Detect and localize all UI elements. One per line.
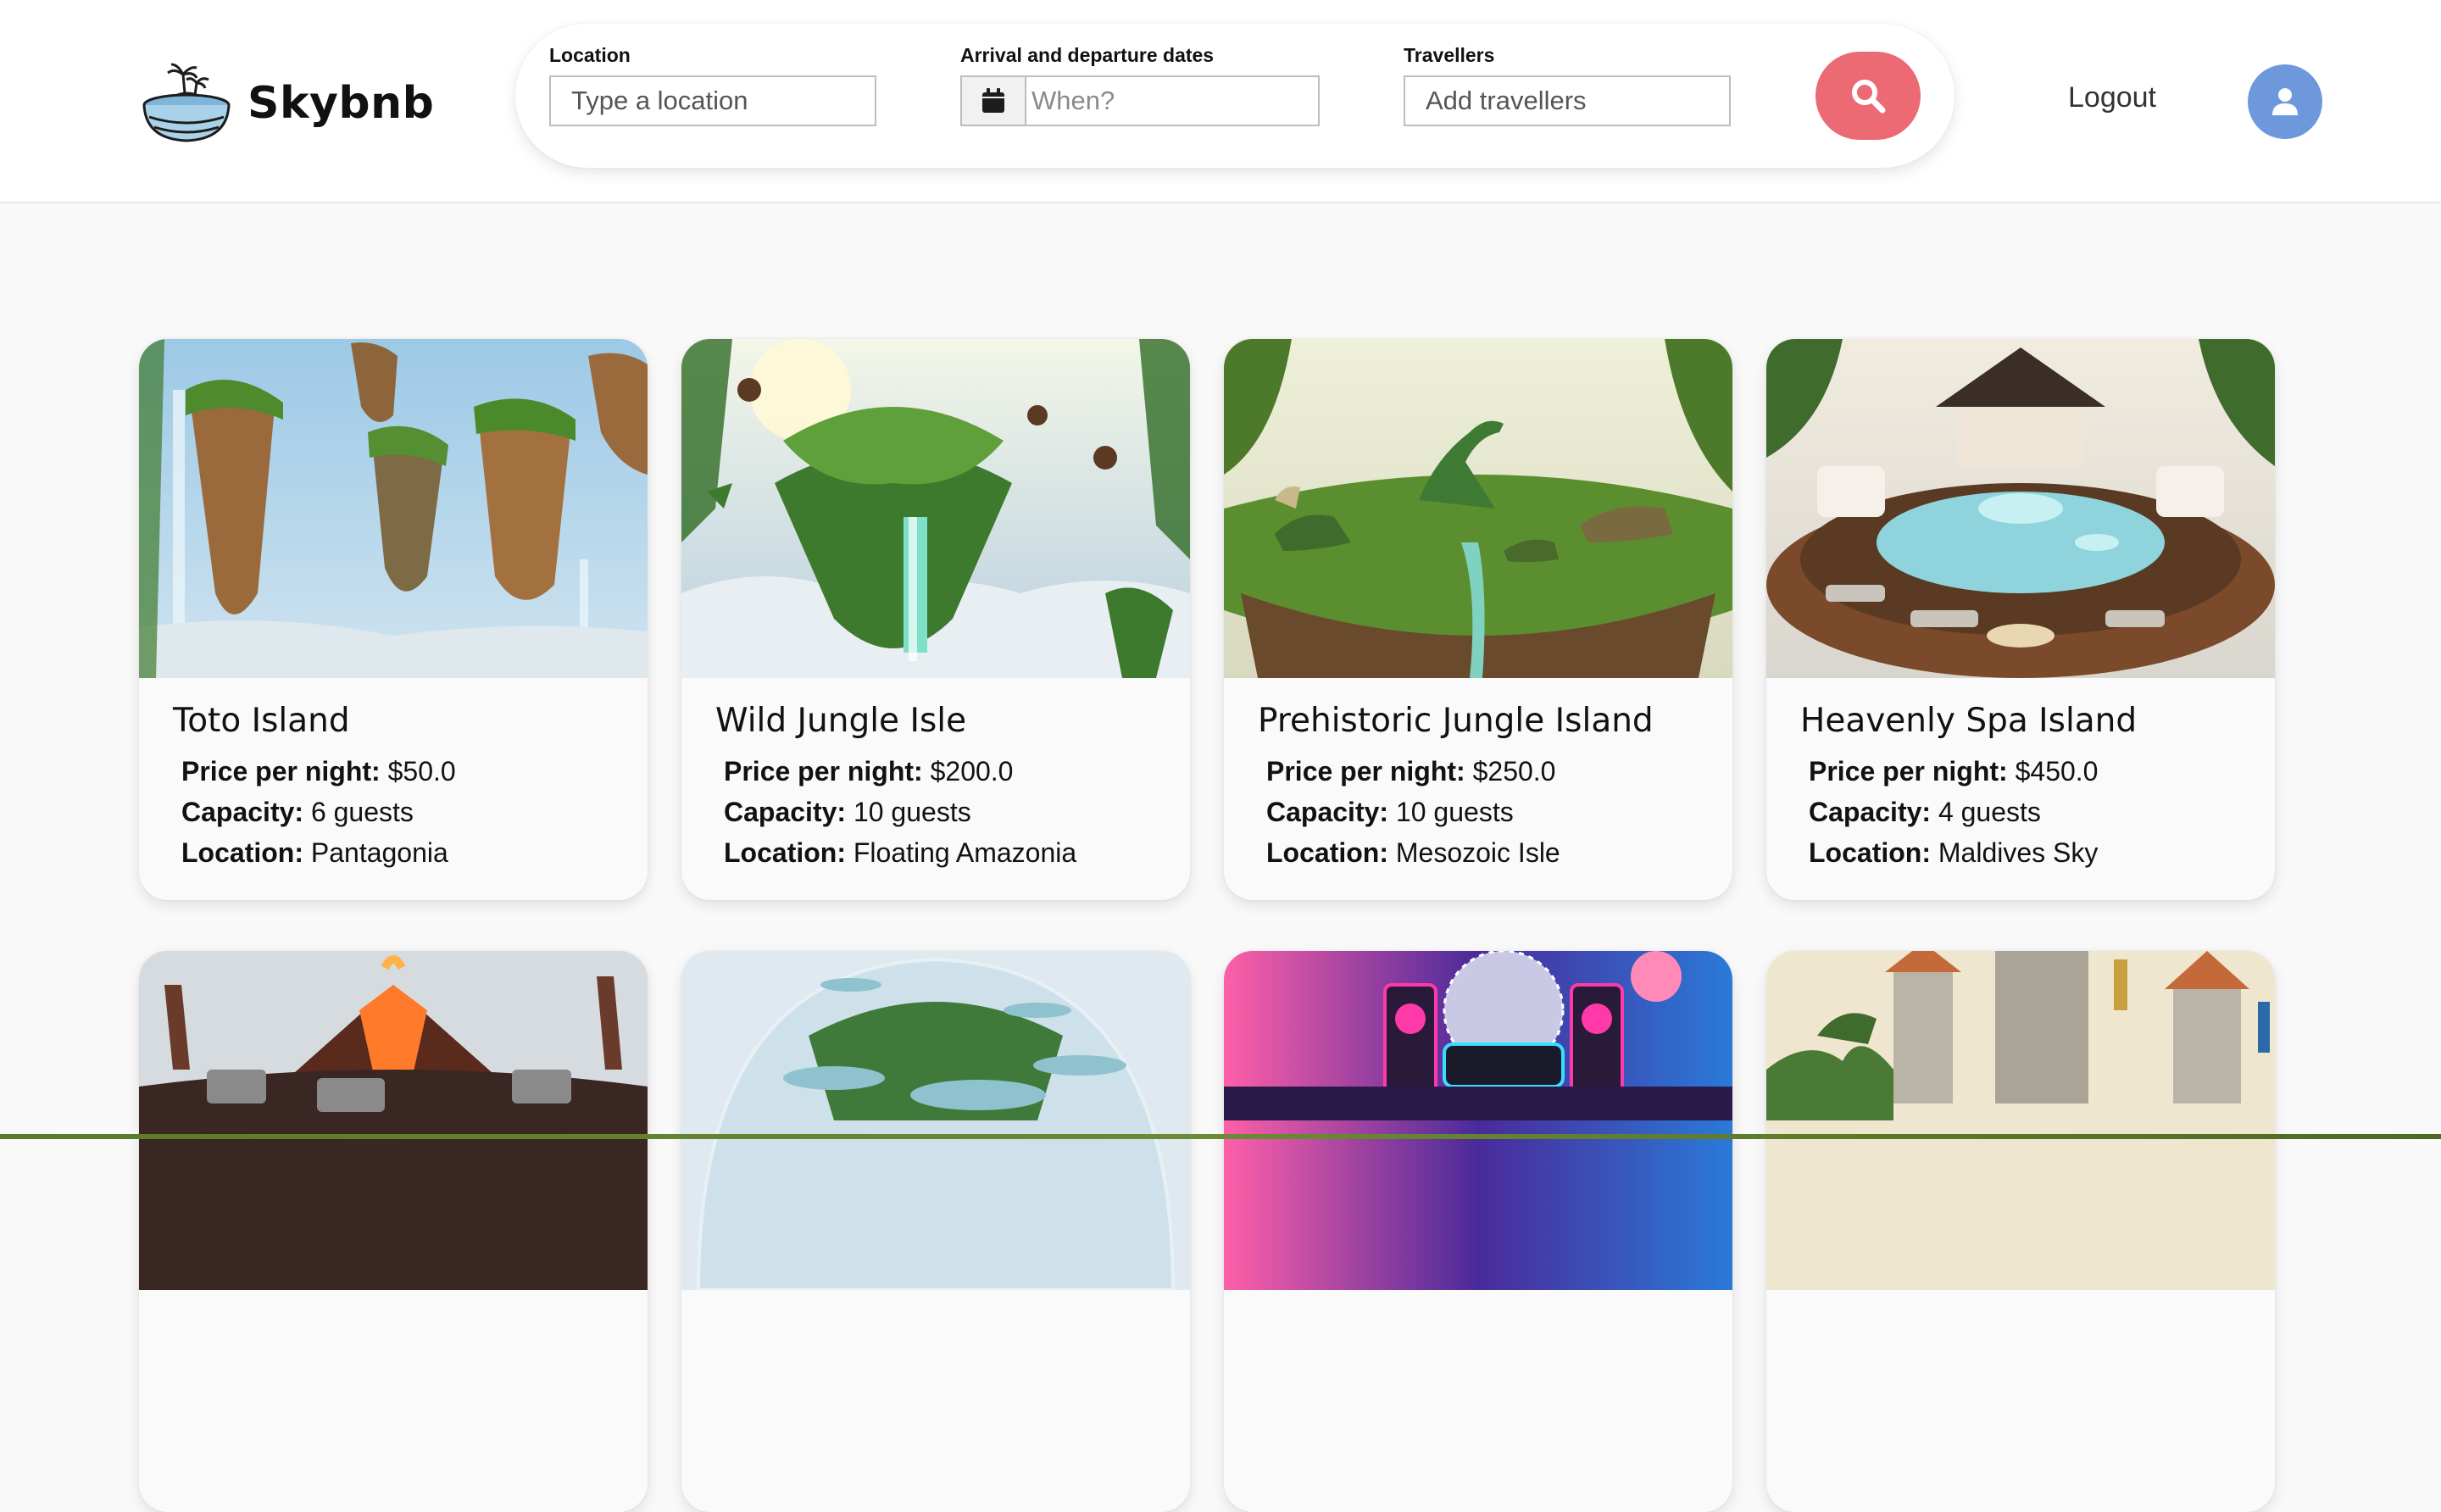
listing-card[interactable] (1766, 951, 2275, 1512)
capacity-value: 10 guests (853, 797, 971, 827)
travellers-input[interactable] (1404, 75, 1731, 126)
price-label: Price per night: (724, 756, 923, 787)
listing-card[interactable] (1224, 951, 1732, 1512)
dates-field: Arrival and departure dates (960, 44, 1320, 126)
location-label: Location: (181, 837, 303, 868)
brand-logo[interactable]: Skybnb (141, 61, 434, 146)
listing-price: Price per night: $50.0 (181, 756, 456, 787)
location-input[interactable] (549, 75, 876, 126)
capacity-label: Capacity: (1809, 797, 1932, 827)
listing-image[interactable] (1766, 339, 2275, 678)
listing-price: Price per night: $450.0 (1809, 756, 2098, 787)
top-header: Skybnb Location Arrival and departure da… (0, 0, 2441, 203)
price-label: Price per night: (1809, 756, 2008, 787)
price-value: $200.0 (930, 756, 1014, 787)
brand-name: Skybnb (247, 78, 435, 129)
price-label: Price per night: (181, 756, 381, 787)
location-label: Location: (724, 837, 846, 868)
listing-card[interactable]: Toto Island Price per night: $50.0 Capac… (139, 339, 648, 900)
listing-price: Price per night: $250.0 (1266, 756, 1555, 787)
listing-image[interactable] (1224, 339, 1732, 678)
location-label: Location: (1266, 837, 1388, 868)
location-label: Location: (1809, 837, 1931, 868)
listing-capacity: Capacity: 4 guests (1809, 797, 2041, 828)
listing-card[interactable]: Wild Jungle Isle Price per night: $200.0… (681, 339, 1190, 900)
logout-link[interactable]: Logout (2068, 81, 2156, 114)
listing-capacity: Capacity: 10 guests (724, 797, 971, 828)
listing-price: Price per night: $200.0 (724, 756, 1013, 787)
listing-location: Location: Maldives Sky (1809, 837, 2098, 869)
search-bar: Location Arrival and departure dates Tra… (515, 24, 1954, 168)
travellers-label: Travellers (1404, 44, 1495, 66)
location-label: Location (549, 44, 631, 66)
capacity-value: 10 guests (1395, 797, 1514, 827)
price-value: $250.0 (1472, 756, 1556, 787)
listing-name: Heavenly Spa Island (1800, 702, 2138, 740)
dates-input[interactable] (1026, 77, 1318, 125)
location-value: Mesozoic Isle (1395, 837, 1560, 868)
search-icon (1852, 80, 1886, 114)
location-value: Floating Amazonia (853, 837, 1077, 868)
price-value: $450.0 (2015, 756, 2099, 787)
island-bowl-icon (142, 63, 231, 142)
listing-name: Wild Jungle Isle (715, 702, 967, 740)
listing-location: Location: Mesozoic Isle (1266, 837, 1560, 869)
search-button[interactable] (1815, 52, 1921, 140)
price-label: Price per night: (1266, 756, 1465, 787)
listing-image[interactable] (1766, 951, 2275, 1290)
calendar-icon[interactable] (962, 77, 1026, 125)
capacity-label: Capacity: (724, 797, 847, 827)
listing-card[interactable] (139, 951, 648, 1512)
location-value: Maldives Sky (1938, 837, 2099, 868)
dates-label: Arrival and departure dates (960, 44, 1215, 66)
listing-location: Location: Pantagonia (181, 837, 448, 869)
user-avatar-button[interactable] (2248, 64, 2322, 139)
listing-image[interactable] (681, 339, 1190, 678)
dates-input-group (960, 75, 1320, 126)
capacity-value: 6 guests (310, 797, 414, 827)
user-icon (2272, 88, 2298, 115)
listing-image[interactable] (139, 951, 648, 1290)
location-value: Pantagonia (310, 837, 448, 868)
location-field: Location (549, 44, 876, 126)
listing-name: Toto Island (173, 702, 350, 740)
listing-card[interactable]: Prehistoric Jungle Island Price per nigh… (1224, 339, 1732, 900)
capacity-value: 4 guests (1938, 797, 2041, 827)
capacity-label: Capacity: (181, 797, 304, 827)
window-edge (0, 1134, 2441, 1139)
listing-location: Location: Floating Amazonia (724, 837, 1076, 869)
listing-capacity: Capacity: 10 guests (1266, 797, 1514, 828)
listing-image[interactable] (139, 339, 648, 678)
capacity-label: Capacity: (1266, 797, 1389, 827)
listing-card[interactable]: Heavenly Spa Island Price per night: $45… (1766, 339, 2275, 900)
price-value: $50.0 (387, 756, 456, 787)
travellers-field: Travellers (1404, 44, 1731, 126)
listing-name: Prehistoric Jungle Island (1258, 702, 1654, 740)
listing-capacity: Capacity: 6 guests (181, 797, 414, 828)
listing-image[interactable] (681, 951, 1190, 1290)
listing-card[interactable] (681, 951, 1190, 1512)
listing-image[interactable] (1224, 951, 1732, 1290)
